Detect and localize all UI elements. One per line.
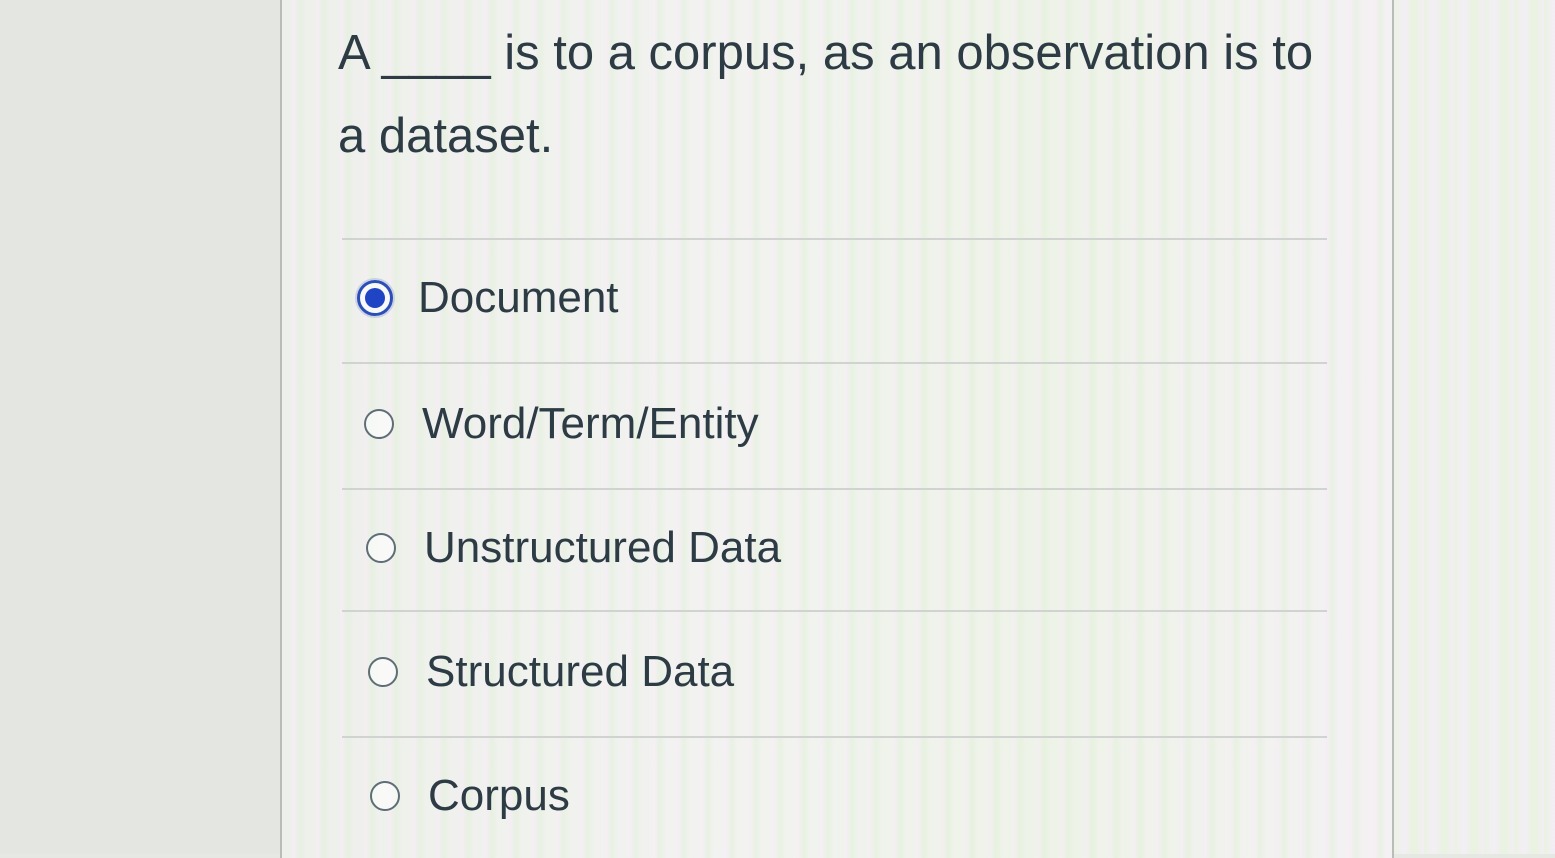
answer-options: Document Word/Term/Entity Unstructured D… [0,0,1555,854]
divider [342,488,1327,490]
option-structured-data[interactable]: Structured Data [368,642,734,702]
divider [342,610,1327,612]
radio-unselected-icon[interactable] [364,409,394,439]
radio-selected-icon[interactable] [357,280,393,316]
option-unstructured-data[interactable]: Unstructured Data [366,518,781,578]
radio-unselected-icon[interactable] [366,533,396,563]
option-word-term-entity[interactable]: Word/Term/Entity [364,394,759,454]
radio-unselected-icon[interactable] [368,657,398,687]
option-label: Word/Term/Entity [422,399,759,448]
radio-unselected-icon[interactable] [370,781,400,811]
option-label: Corpus [428,771,570,820]
option-document[interactable]: Document [357,268,619,328]
option-label: Document [418,273,619,322]
option-label: Structured Data [426,647,735,696]
option-label: Unstructured Data [424,523,782,572]
divider [342,362,1327,364]
option-corpus[interactable]: Corpus [370,766,570,826]
divider [342,736,1327,738]
